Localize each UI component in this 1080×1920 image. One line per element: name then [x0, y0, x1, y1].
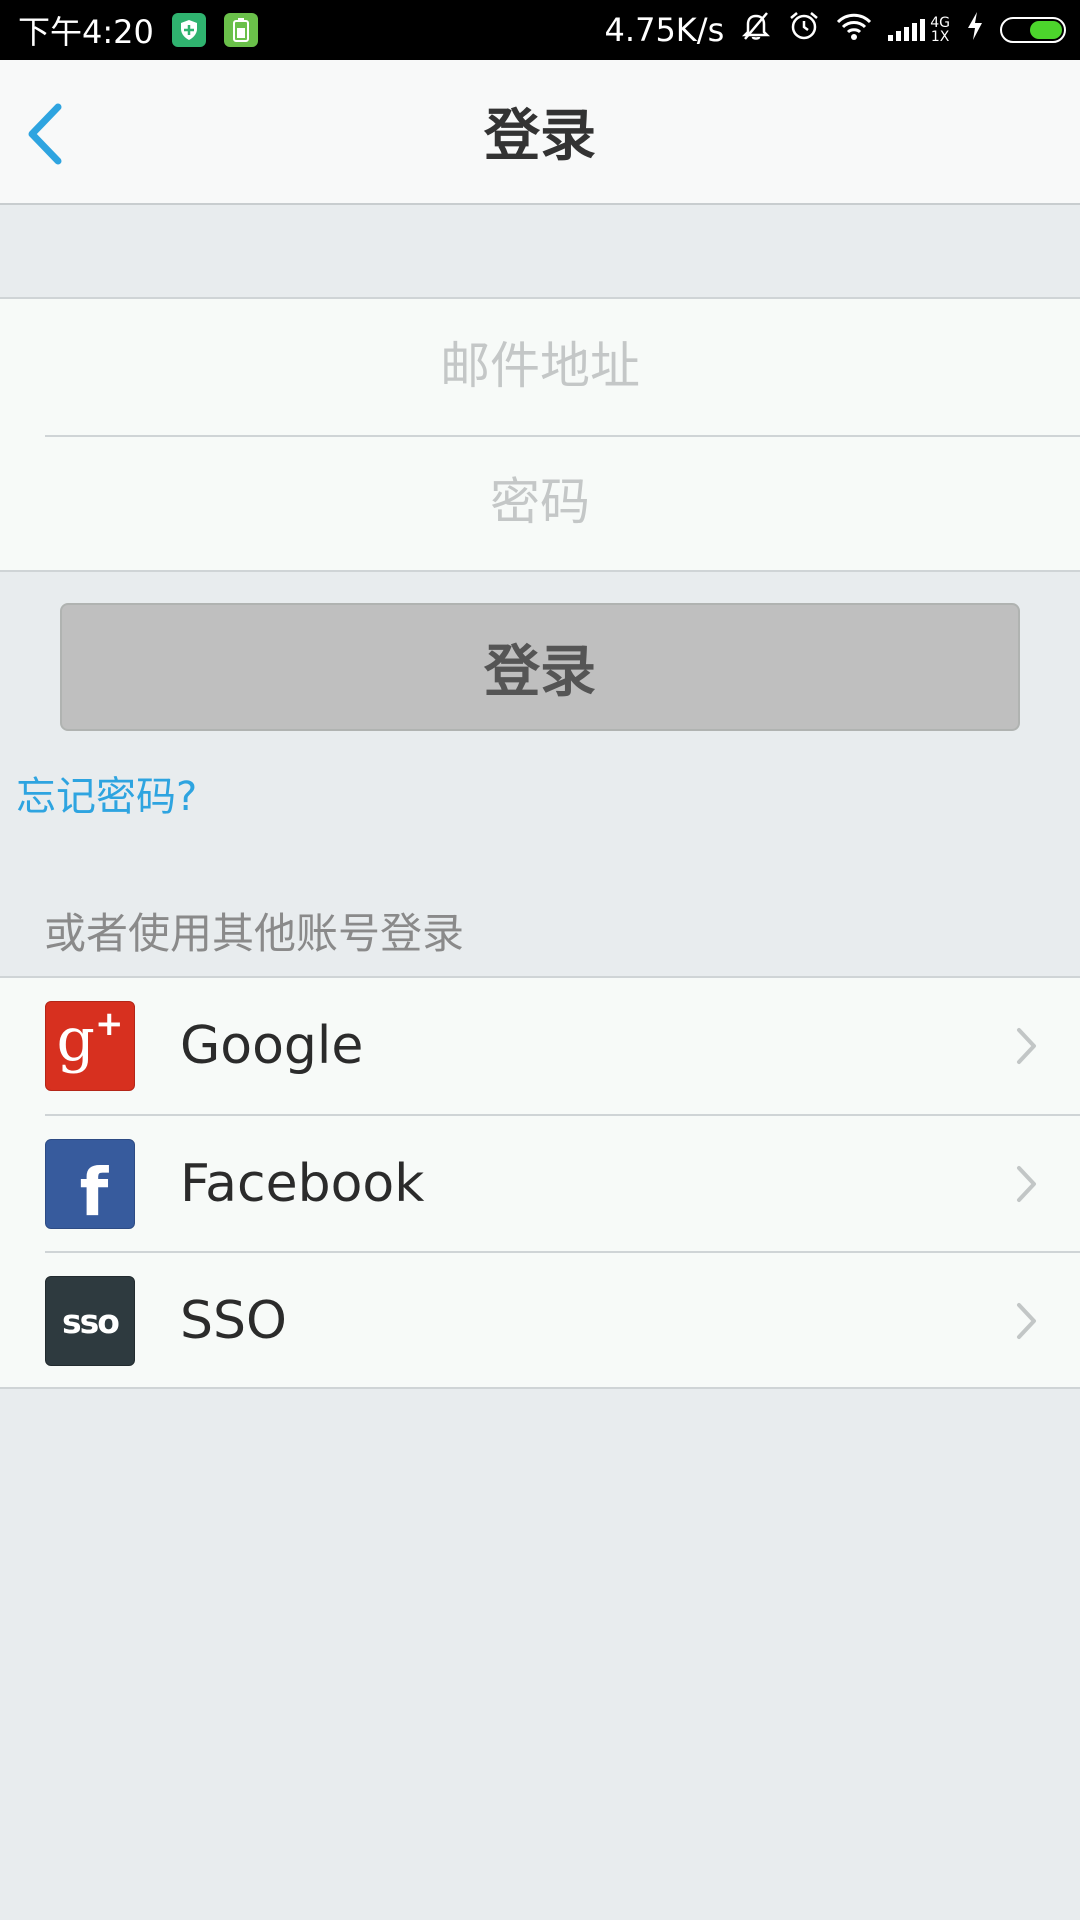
- social-label-sso: SSO: [180, 1291, 287, 1351]
- login-button[interactable]: 登录: [60, 603, 1020, 731]
- chevron-right-icon: [1012, 1026, 1042, 1066]
- google-login-row[interactable]: g + Google: [0, 978, 1080, 1114]
- charging-icon: [966, 11, 984, 49]
- wifi-icon: [836, 11, 872, 49]
- alt-login-title: 或者使用其他账号登录: [44, 909, 465, 958]
- status-bar-right: 4.75K/s 4G 1X: [589, 10, 1066, 50]
- shield-icon: [171, 13, 206, 47]
- facebook-login-row[interactable]: f Facebook: [0, 1116, 1080, 1252]
- password-field-row: [0, 434, 1080, 570]
- login-form: [0, 297, 1080, 572]
- status-bar: 下午4:20 4.75K/s 4G 1X: [0, 0, 1080, 60]
- google-plus-icon: g +: [45, 1001, 135, 1091]
- password-field[interactable]: [0, 434, 1080, 570]
- email-field[interactable]: [0, 298, 1080, 434]
- page-title: 登录: [484, 104, 596, 169]
- social-label-google: Google: [180, 1016, 364, 1076]
- network-type-bottom: 1X: [930, 29, 950, 45]
- social-label-facebook: Facebook: [180, 1154, 425, 1214]
- battery-level: [1030, 21, 1062, 39]
- status-time: 下午4:20: [18, 13, 154, 51]
- app-header: 登录: [0, 60, 1080, 205]
- chevron-right-icon: [1012, 1164, 1042, 1204]
- email-field-row: [0, 298, 1080, 434]
- facebook-icon: f: [45, 1139, 135, 1231]
- forgot-password-link[interactable]: 忘记密码?: [16, 764, 197, 822]
- alarm-icon: [788, 10, 820, 50]
- net-speed: 4.75K/s: [604, 11, 725, 49]
- battery-icon: [1000, 17, 1066, 43]
- chevron-right-icon: [1012, 1301, 1042, 1341]
- signal-icon: 4G 1X: [888, 16, 950, 44]
- sso-login-row[interactable]: sso SSO: [0, 1253, 1080, 1389]
- mute-bell-icon: [740, 10, 772, 50]
- sso-icon: sso: [45, 1276, 135, 1366]
- network-type-top: 4G: [930, 15, 950, 31]
- social-login-list: g + Google f Facebook sso SSO: [0, 976, 1080, 1389]
- battery-saver-icon: [223, 13, 258, 47]
- network-type: 4G 1X: [930, 16, 950, 44]
- status-bar-left: 下午4:20: [18, 7, 276, 53]
